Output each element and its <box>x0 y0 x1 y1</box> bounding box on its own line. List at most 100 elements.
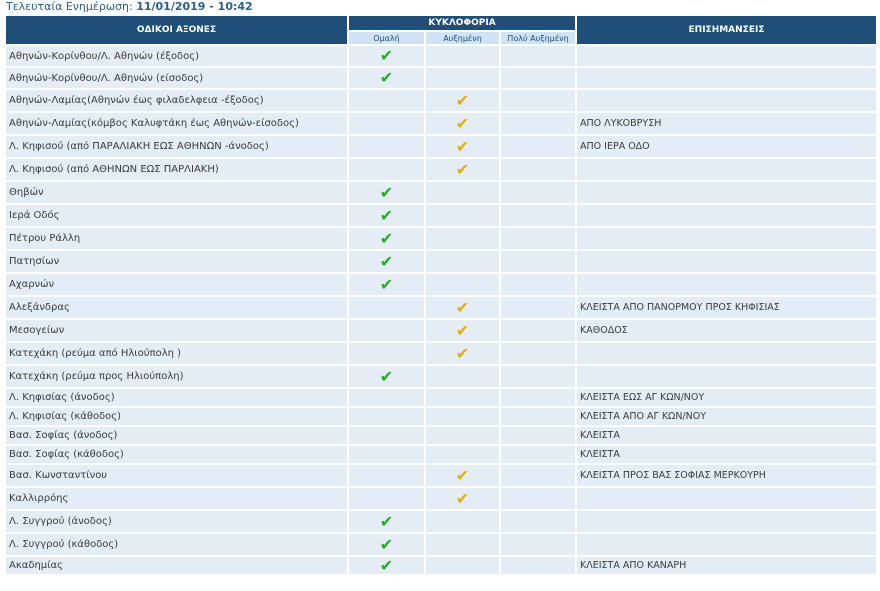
road-note: ΚΛΕΙΣΤΑ ΕΩΣ ΑΓ ΚΩΝ/ΝΟΥ <box>577 389 876 406</box>
status-cell-normal <box>349 465 424 486</box>
status-cell-increased: ✔ <box>426 488 499 509</box>
status-cell-increased <box>426 46 499 66</box>
status-cell-normal <box>349 408 424 425</box>
status-cell-increased <box>426 534 499 555</box>
status-cell-increased <box>426 68 499 88</box>
check-icon: ✔ <box>379 557 394 574</box>
status-cell-very-increased <box>501 274 576 295</box>
check-icon: ✔ <box>455 320 470 340</box>
status-cell-normal <box>349 427 424 444</box>
status-cell-very-increased <box>501 228 576 249</box>
table-row: Μεσογείων ✔ ΚΑΘΟΔΟΣ <box>6 320 876 341</box>
table-row: Κατεχάκη (ρεύμα προς Ηλιούπολη) ✔ <box>6 366 876 387</box>
status-cell-normal: ✔ <box>349 366 424 387</box>
table-row: Αθηνών-Λαμίας(Αθηνών έως φιλαδελφεια -έξ… <box>6 90 876 111</box>
road-note <box>577 343 876 364</box>
table-row: Λ. Κηφισίας (κάθοδος) ΚΛΕΙΣΤΑ ΑΠΟ ΑΓ ΚΩΝ/… <box>6 408 876 425</box>
table-row: Αθηνών-Κορίνθου/Λ. Αθηνών (είσοδος) ✔ <box>6 68 876 88</box>
road-name: Καλλιρρόης <box>6 488 347 509</box>
check-icon: ✔ <box>379 274 394 294</box>
status-cell-very-increased <box>501 557 576 574</box>
table-row: Πατησίων ✔ <box>6 251 876 272</box>
status-cell-very-increased <box>501 465 576 486</box>
status-cell-very-increased <box>501 488 576 509</box>
status-cell-very-increased <box>501 446 576 463</box>
status-cell-very-increased <box>501 427 576 444</box>
road-name: Θηβών <box>6 182 347 203</box>
status-cell-increased <box>426 205 499 226</box>
status-cell-normal: ✔ <box>349 205 424 226</box>
road-note <box>577 205 876 226</box>
status-cell-very-increased <box>501 534 576 555</box>
table-row: Βασ. Κωνσταντίνου ✔ ΚΛΕΙΣΤΑ ΠΡΟΣ ΒΑΣ ΣΟΦΙΑ… <box>6 465 876 486</box>
status-cell-normal: ✔ <box>349 68 424 88</box>
last-update-value: 11/01/2019 - 10:42 <box>136 0 253 13</box>
status-cell-very-increased <box>501 251 576 272</box>
status-cell-very-increased <box>501 90 576 111</box>
check-icon: ✔ <box>455 90 470 110</box>
status-cell-increased: ✔ <box>426 159 499 180</box>
status-cell-very-increased <box>501 68 576 88</box>
status-cell-increased <box>426 182 499 203</box>
table-row: Αθηνών-Λαμίας(κόμβος Καλυφτάκη έως Αθηνώ… <box>6 113 876 134</box>
check-icon: ✔ <box>379 511 394 531</box>
status-cell-normal <box>349 90 424 111</box>
road-name: Πατησίων <box>6 251 347 272</box>
road-note <box>577 488 876 509</box>
table-row: Ιερά Οδός ✔ <box>6 205 876 226</box>
road-name: Πέτρου Ράλλη <box>6 228 347 249</box>
road-name: Ακαδημίας <box>6 557 347 574</box>
road-note: ΚΛΕΙΣΤΑ <box>577 446 876 463</box>
table-row: Πέτρου Ράλλη ✔ <box>6 228 876 249</box>
road-name: Αχαρνών <box>6 274 347 295</box>
table-row: Λ. Κηφισού (από ΑΘΗΝΩΝ ΕΩΣ ΠΑΡΛΙΑΚΗ) ✔ <box>6 159 876 180</box>
header-very-increased: Πολύ Αυξημένη <box>501 32 576 44</box>
status-cell-increased: ✔ <box>426 297 499 318</box>
status-cell-increased <box>426 389 499 406</box>
status-cell-normal <box>349 136 424 157</box>
check-icon: ✔ <box>379 534 394 554</box>
table-row: Καλλιρρόης ✔ <box>6 488 876 509</box>
status-cell-normal <box>349 320 424 341</box>
table-row: Αθηνών-Κορίνθου/Λ. Αθηνών (έξοδος) ✔ <box>6 46 876 66</box>
status-cell-increased: ✔ <box>426 90 499 111</box>
check-icon: ✔ <box>455 159 470 179</box>
table-row: Θηβών ✔ <box>6 182 876 203</box>
status-cell-increased: ✔ <box>426 343 499 364</box>
status-cell-very-increased <box>501 113 576 134</box>
status-cell-increased <box>426 408 499 425</box>
road-name: Κατεχάκη (ρεύμα από Ηλιούπολη ) <box>6 343 347 364</box>
header-traffic: ΚΥΚΛΟΦΟΡΙΑ <box>349 16 576 30</box>
road-name: Βασ. Κωνσταντίνου <box>6 465 347 486</box>
road-note <box>577 46 876 66</box>
road-name: Αθηνών-Κορίνθου/Λ. Αθηνών (έξοδος) <box>6 46 347 66</box>
table-row: Λ. Συγγρού (κάθοδος) ✔ <box>6 534 876 555</box>
road-note <box>577 366 876 387</box>
status-cell-normal <box>349 343 424 364</box>
check-icon: ✔ <box>379 182 394 202</box>
status-cell-normal: ✔ <box>349 182 424 203</box>
road-note <box>577 159 876 180</box>
check-icon: ✔ <box>379 366 394 386</box>
table-row: Λ. Κηφισού (από ΠΑΡΑΛΙΑΚΗ ΕΩΣ ΑΘΗΝΩΝ -άν… <box>6 136 876 157</box>
road-note <box>577 182 876 203</box>
header-increased: Αυξημένη <box>426 32 499 44</box>
status-cell-normal <box>349 297 424 318</box>
status-cell-normal <box>349 159 424 180</box>
status-cell-increased <box>426 557 499 574</box>
road-name: Λ. Κηφισού (από ΑΘΗΝΩΝ ΕΩΣ ΠΑΡΛΙΑΚΗ) <box>6 159 347 180</box>
road-note: ΚΛΕΙΣΤΑ <box>577 427 876 444</box>
table-row: Λ. Κηφισίας (άνοδος) ΚΛΕΙΣΤΑ ΕΩΣ ΑΓ ΚΩΝ/Ν… <box>6 389 876 406</box>
status-cell-normal: ✔ <box>349 534 424 555</box>
status-cell-increased <box>426 274 499 295</box>
table-row: Λ. Συγγρού (άνοδος) ✔ <box>6 511 876 532</box>
status-cell-normal <box>349 389 424 406</box>
road-name: Λ. Κηφισίας (άνοδος) <box>6 389 347 406</box>
check-icon: ✔ <box>379 46 394 65</box>
road-name: Κατεχάκη (ρεύμα προς Ηλιούπολη) <box>6 366 347 387</box>
road-name: Λ. Συγγρού (κάθοδος) <box>6 534 347 555</box>
status-cell-very-increased <box>501 511 576 532</box>
road-name: Αθηνών-Κορίνθου/Λ. Αθηνών (είσοδος) <box>6 68 347 88</box>
check-icon: ✔ <box>379 251 394 271</box>
header-normal: Ομαλή <box>349 32 424 44</box>
